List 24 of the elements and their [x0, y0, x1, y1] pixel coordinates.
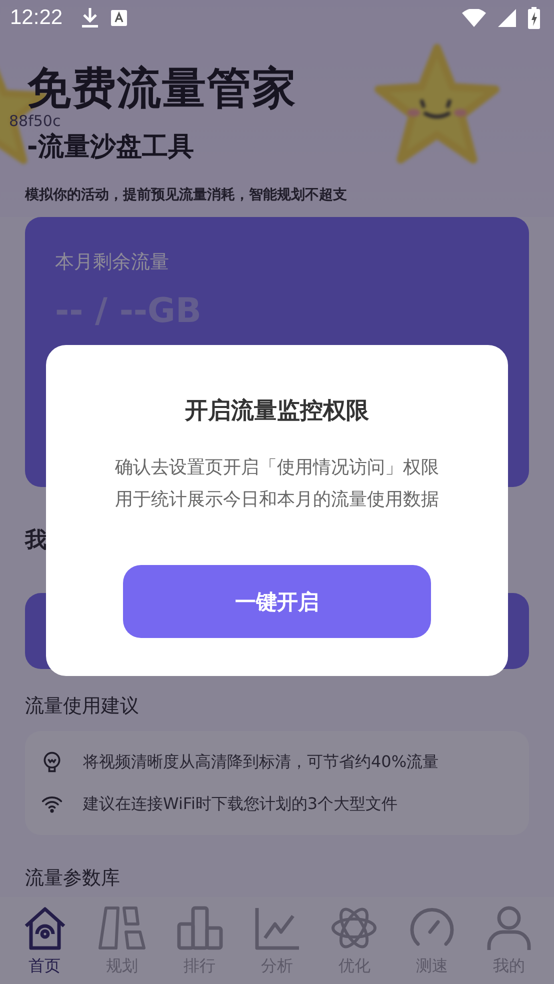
section-title: 我	[25, 527, 47, 555]
tip-text: 建议在连接WiFi时下载您计划的3个大型文件	[83, 794, 398, 814]
tagline: 模拟你的活动，提前预见流量消耗，智能规划不超支	[25, 186, 347, 204]
section-title: 流量使用建议	[25, 694, 139, 719]
dialog-message: 确认去设置页开启「使用情况访问」权限	[115, 456, 439, 480]
enable-button[interactable]: 一键开启	[123, 565, 431, 638]
dialog-message: 用于统计展示今日和本月的流量使用数据	[115, 488, 439, 512]
nav-tab[interactable]: 首页	[12, 904, 77, 977]
keyboard-icon	[110, 10, 127, 26]
app-title: 免费流量管家	[27, 64, 297, 114]
battery-icon	[528, 7, 540, 29]
card-label: 本月剩余流量	[55, 250, 169, 275]
user-icon	[485, 904, 534, 952]
map-icon	[98, 904, 146, 952]
status-time: 12:22	[10, 6, 63, 30]
bar-chart-icon	[176, 904, 224, 952]
bulb-icon	[41, 751, 63, 773]
wifi-icon	[462, 9, 486, 27]
download-icon	[80, 7, 99, 29]
tip-text: 将视频清晰度从高清降到标清，可节省约40%流量	[83, 752, 439, 772]
app-subtitle: -流量沙盘工具	[27, 132, 194, 162]
dialog-title: 开启流量监控权限	[185, 397, 369, 426]
signal-icon	[498, 9, 516, 27]
section-title: 流量参数库	[25, 866, 120, 891]
